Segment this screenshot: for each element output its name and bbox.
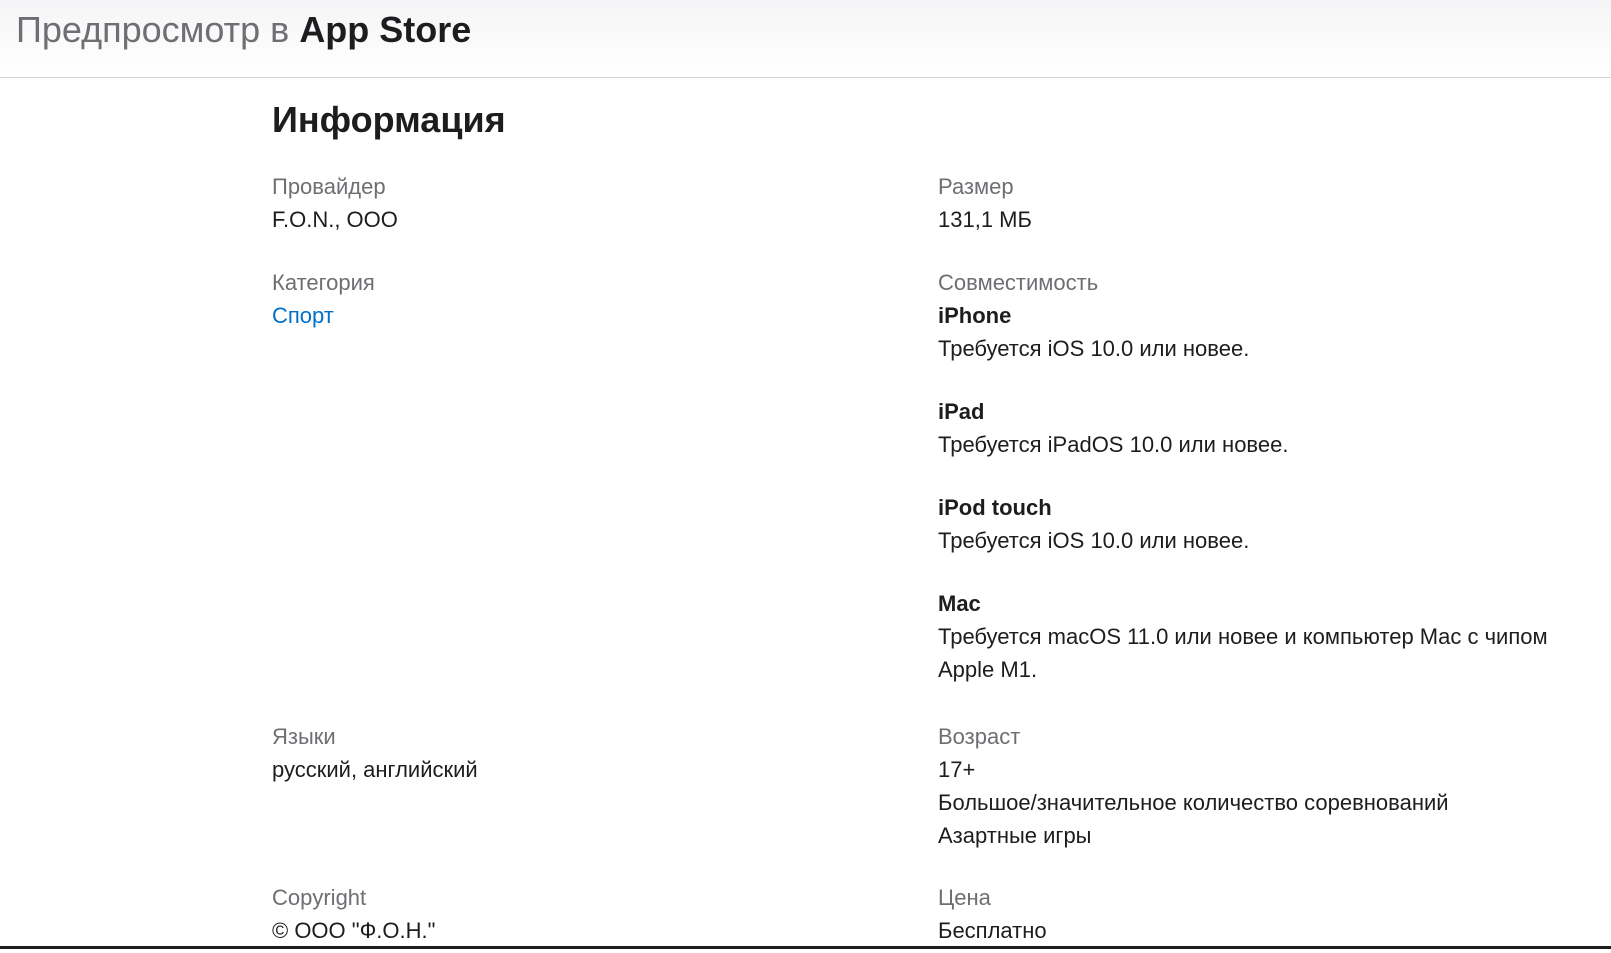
copyright-value: © ООО "Ф.О.Н." — [272, 918, 436, 943]
age-field: Возраст 17+ Большое/значительное количес… — [938, 720, 1558, 852]
price-label: Цена — [938, 885, 991, 910]
age-reason: Азартные игры — [938, 823, 1092, 848]
size-label: Размер — [938, 174, 1014, 199]
provider-label: Провайдер — [272, 174, 386, 199]
bottom-divider — [0, 946, 1611, 949]
age-label: Возраст — [938, 724, 1021, 749]
copyright-field: Copyright © ООО "Ф.О.Н." — [272, 881, 435, 947]
header-prefix: Предпросмотр в — [16, 9, 290, 50]
device-iphone: iPhone Требуется iOS 10.0 или новее. — [938, 299, 1558, 365]
compatibility-label: Совместимость — [938, 270, 1099, 295]
provider-field: Провайдер F.O.N., ООО — [272, 170, 398, 236]
languages-value: русский, английский — [272, 757, 478, 782]
device-name: iPod touch — [938, 495, 1052, 520]
category-link[interactable]: Спорт — [272, 303, 334, 328]
price-field: Цена Бесплатно — [938, 881, 1558, 947]
languages-label: Языки — [272, 724, 336, 749]
compatibility-field: Совместимость iPhone Требуется iOS 10.0 … — [938, 266, 1558, 686]
size-value: 131,1 МБ — [938, 207, 1032, 232]
header-title: Предпросмотр в App Store — [16, 8, 471, 52]
section-title: Информация — [272, 99, 506, 140]
device-mac: Mac Требуется macOS 11.0 или новее и ком… — [938, 587, 1558, 686]
device-ipod-touch: iPod touch Требуется iOS 10.0 или новее. — [938, 491, 1558, 557]
device-requirement: Требуется iPadOS 10.0 или новее. — [938, 432, 1289, 457]
category-label: Категория — [272, 270, 375, 295]
age-reason: Большое/значительное количество соревнов… — [938, 790, 1449, 815]
price-value: Бесплатно — [938, 918, 1047, 943]
languages-field: Языки русский, английский — [272, 720, 478, 786]
size-field: Размер 131,1 МБ — [938, 170, 1558, 236]
device-ipad: iPad Требуется iPadOS 10.0 или новее. — [938, 395, 1558, 461]
device-requirement: Требуется macOS 11.0 или новее и компьют… — [938, 624, 1548, 682]
copyright-label: Copyright — [272, 885, 367, 910]
category-field: Категория Спорт — [272, 266, 375, 332]
device-name: Mac — [938, 591, 981, 616]
device-name: iPad — [938, 399, 985, 424]
provider-value: F.O.N., ООО — [272, 207, 398, 232]
device-requirement: Требуется iOS 10.0 или новее. — [938, 336, 1250, 361]
device-requirement: Требуется iOS 10.0 или новее. — [938, 528, 1250, 553]
device-name: iPhone — [938, 303, 1012, 328]
age-value: 17+ — [938, 757, 976, 782]
header-brand[interactable]: App Store — [299, 9, 471, 50]
app-store-header: Предпросмотр в App Store — [0, 0, 1611, 78]
